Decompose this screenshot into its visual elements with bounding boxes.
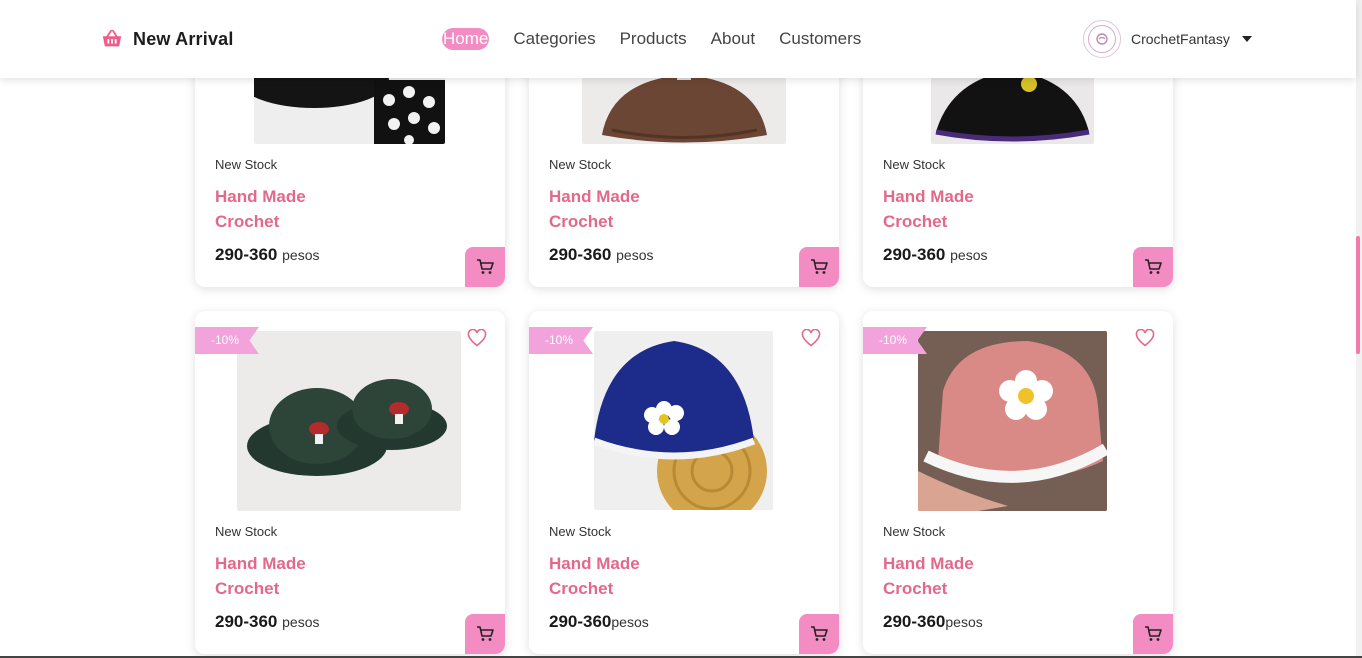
brand[interactable]: New Arrival <box>101 28 234 50</box>
cart-icon <box>811 626 828 641</box>
product-price: 290-360 pesos <box>215 245 319 265</box>
cart-icon <box>477 626 494 641</box>
add-to-cart-button[interactable] <box>1133 614 1173 654</box>
nav-customers[interactable]: Customers <box>779 28 861 50</box>
nav-about[interactable]: About <box>711 28 755 50</box>
product-title[interactable]: Hand Made Crochet <box>215 551 365 601</box>
brand-title: New Arrival <box>133 28 234 49</box>
product-title[interactable]: Hand Made Crochet <box>549 184 699 234</box>
stock-label: New Stock <box>215 157 278 172</box>
price-unit: pesos <box>282 247 320 263</box>
add-to-cart-button[interactable] <box>465 247 505 287</box>
price-unit: pesos <box>950 247 988 263</box>
add-to-cart-button[interactable] <box>799 614 839 654</box>
product-price: 290-360pesos <box>549 612 649 632</box>
stock-label: New Stock <box>215 524 278 539</box>
stock-label: New Stock <box>883 524 946 539</box>
price-value: 290-360 <box>883 612 946 631</box>
stock-label: New Stock <box>883 157 946 172</box>
price-unit: pesos <box>945 614 983 630</box>
price-value: 290-360 <box>549 612 612 631</box>
product-card[interactable]: -10% New Stock Hand Made Crochet 290-360… <box>195 311 505 654</box>
nav-products[interactable]: Products <box>620 28 687 50</box>
product-card[interactable]: -10% New Stock Hand Made Crochet 290-360… <box>863 311 1173 654</box>
basket-icon <box>102 29 122 47</box>
heart-icon[interactable] <box>1135 329 1155 347</box>
discount-badge: -10% <box>529 327 593 354</box>
stock-label: New Stock <box>549 157 612 172</box>
price-value: 290-360 <box>549 245 612 264</box>
heart-icon[interactable] <box>801 329 821 347</box>
add-to-cart-button[interactable] <box>465 614 505 654</box>
price-value: 290-360 <box>215 245 278 264</box>
add-to-cart-button[interactable] <box>799 247 839 287</box>
price-value: 290-360 <box>883 245 946 264</box>
scrollbar-thumb[interactable] <box>1356 236 1360 354</box>
product-price: 290-360 pesos <box>215 612 319 632</box>
user-menu[interactable]: CrochetFantasy <box>1083 20 1252 58</box>
top-navbar: New Arrival Home Categories Products Abo… <box>0 0 1356 78</box>
product-title[interactable]: Hand Made Crochet <box>883 551 1033 601</box>
product-image[interactable] <box>918 331 1107 511</box>
product-title[interactable]: Hand Made Crochet <box>883 184 1033 234</box>
product-title[interactable]: Hand Made Crochet <box>549 551 699 601</box>
price-value: 290-360 <box>215 612 278 631</box>
cart-icon <box>1145 626 1162 641</box>
price-unit: pesos <box>282 614 320 630</box>
price-unit: pesos <box>611 614 649 630</box>
product-title[interactable]: Hand Made Crochet <box>215 184 365 234</box>
heart-icon[interactable] <box>467 329 487 347</box>
crochet-logo-icon <box>1096 33 1108 45</box>
product-image[interactable] <box>237 331 461 511</box>
product-price: 290-360pesos <box>883 612 983 632</box>
chevron-down-icon[interactable] <box>1241 36 1252 42</box>
product-price: 290-360 pesos <box>883 245 987 265</box>
product-image[interactable] <box>594 331 773 510</box>
avatar-logo <box>1088 25 1116 53</box>
user-name: CrochetFantasy <box>1131 31 1230 47</box>
cart-icon <box>811 259 828 274</box>
product-card[interactable]: -10% New Stock Hand Made Crochet 290-360… <box>529 311 839 654</box>
cart-icon <box>477 259 494 274</box>
product-price: 290-360 pesos <box>549 245 653 265</box>
main-nav: Home Categories Products About Customers <box>442 28 885 50</box>
cart-icon <box>1145 259 1162 274</box>
avatar[interactable] <box>1083 20 1121 58</box>
discount-badge: -10% <box>195 327 259 354</box>
nav-home[interactable]: Home <box>442 28 490 50</box>
nav-categories[interactable]: Categories <box>513 28 595 50</box>
scrollbar[interactable] <box>1356 0 1362 658</box>
stock-label: New Stock <box>549 524 612 539</box>
add-to-cart-button[interactable] <box>1133 247 1173 287</box>
price-unit: pesos <box>616 247 654 263</box>
